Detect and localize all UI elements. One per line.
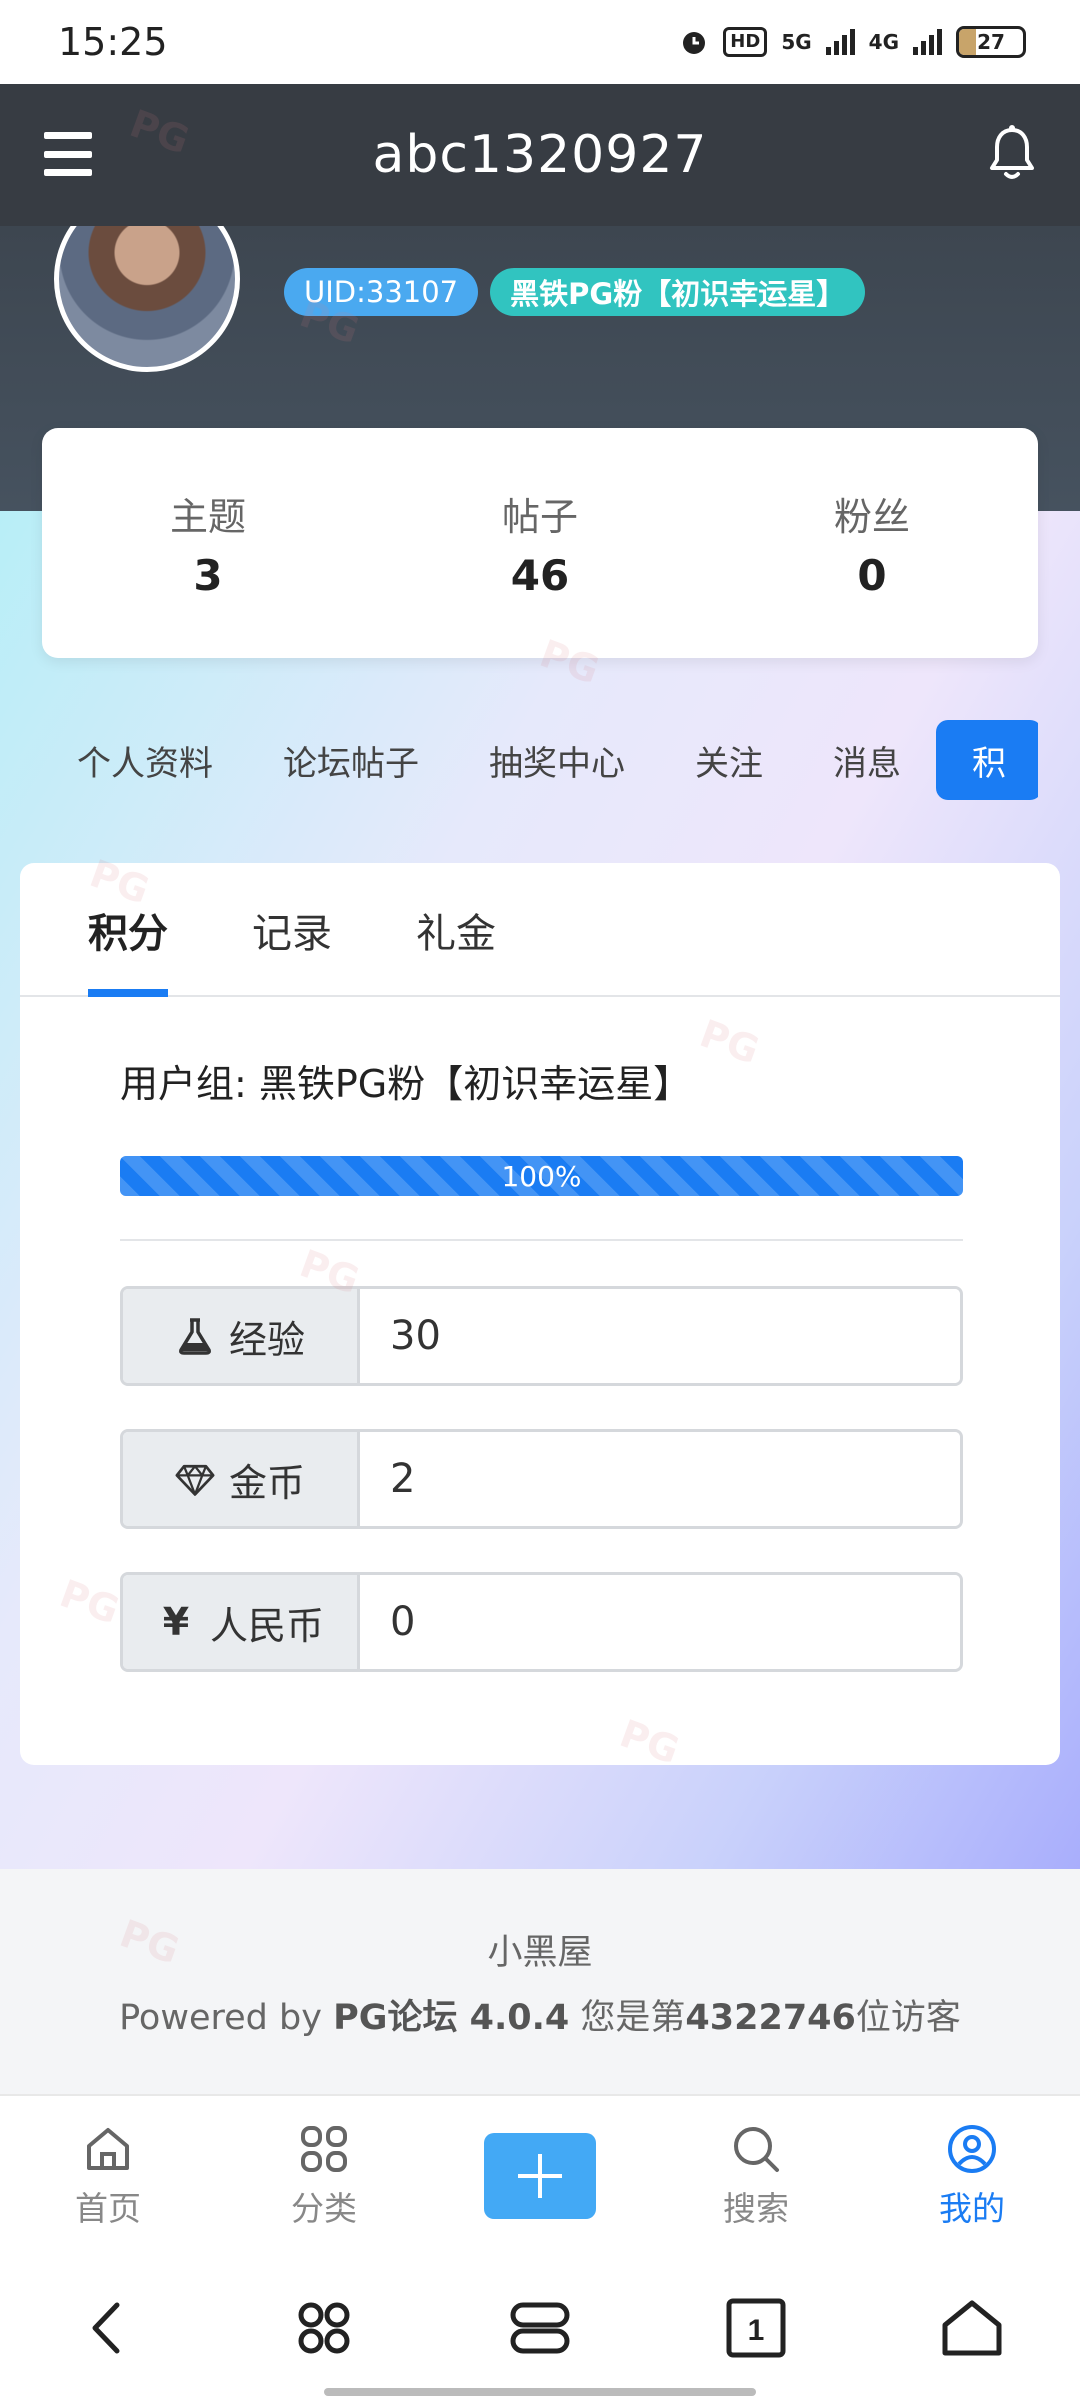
footer: 小黑屋 Powered by PG论坛 4.0.4 您是第4322746位访客 (0, 1869, 1080, 2094)
field-label: 金币 (123, 1432, 360, 1526)
menu-icon[interactable] (44, 132, 92, 176)
powered-prefix: Powered by (119, 1997, 334, 2038)
tab-following[interactable]: 关注 (660, 720, 798, 800)
system-nav-bar: 1 (0, 2256, 1080, 2400)
field-label: 经验 (123, 1289, 360, 1383)
profile-badges: UID:33107 黑铁PG粉【初识幸运星】 (284, 268, 866, 316)
field-label-text: 金币 (228, 1460, 305, 1505)
grid-icon (301, 2126, 347, 2172)
flask-icon (179, 1318, 211, 1355)
footer-site-name: 小黑屋 (487, 1932, 593, 1973)
search-icon (734, 2127, 779, 2172)
progress-label: 100% (501, 1159, 582, 1193)
stat-value: 0 (857, 551, 887, 600)
alarm-icon (683, 32, 706, 54)
back-icon[interactable] (73, 2293, 143, 2363)
user-icon (948, 2125, 996, 2173)
status-bar: 15:25 HD 5G 4G 27 (0, 0, 1080, 84)
powered-brand-link[interactable]: PG论坛 4.0.4 (333, 1998, 569, 2038)
nav-label: 分类 (291, 2189, 357, 2228)
visitor-prefix: 您是第 (569, 1997, 686, 2038)
sub-tabs: 积分 记录 礼金 (20, 863, 1060, 997)
field-label-text: 人民币 (209, 1603, 324, 1648)
tab-lottery[interactable]: 抽奖中心 (454, 720, 660, 800)
bottom-nav: 首页 分类 搜索 我的 (0, 2094, 1080, 2256)
tab-profile[interactable]: 个人资料 (42, 720, 248, 800)
diamond-icon (175, 1464, 215, 1496)
nav-label: 搜索 (723, 2189, 789, 2228)
progress-bar: 100% (120, 1156, 963, 1196)
nav-label: 我的 (939, 2189, 1005, 2228)
visitor-suffix: 位访客 (855, 1997, 961, 2038)
nav-category[interactable]: 分类 (216, 2096, 432, 2256)
page-title: abc1320927 (372, 125, 708, 185)
experience-value: 30 (360, 1289, 960, 1383)
hd-icon: HD (723, 27, 768, 57)
stat-topics[interactable]: 主题 3 (42, 428, 374, 658)
credits-card: 积分 记录 礼金 用户组: 黑铁PG粉【初识幸运星】 100% 经验 30 金币… (20, 863, 1060, 1765)
level-progress: 100% (120, 1156, 963, 1196)
divider (120, 1239, 963, 1241)
stat-posts[interactable]: 帖子 46 (374, 428, 706, 658)
nav-home[interactable]: 首页 (0, 2096, 216, 2256)
app-switcher-icon[interactable] (289, 2293, 359, 2363)
footer-powered: Powered by PG论坛 4.0.4 您是第4322746位访客 (119, 1989, 961, 2040)
subtab-gift[interactable]: 礼金 (416, 863, 496, 997)
profile-tabs: 个人资料 论坛帖子 抽奖中心 关注 消息 积 (42, 720, 1038, 800)
signal-icon (825, 29, 855, 55)
coins-value: 2 (360, 1432, 960, 1526)
field-label-text: 经验 (228, 1317, 305, 1362)
status-time: 15:25 (58, 20, 168, 64)
bell-icon[interactable] (984, 124, 1040, 184)
nav-post[interactable] (432, 2096, 648, 2256)
battery-level: 27 (977, 30, 1005, 54)
nav-label: 首页 (75, 2189, 141, 2228)
signal-icon-2 (913, 29, 942, 55)
stat-label: 主题 (169, 495, 246, 539)
yen-icon: ¥ (162, 1600, 190, 1644)
home-button-icon[interactable] (937, 2293, 1007, 2363)
stats-card: 主题 3 帖子 46 粉丝 0 (42, 428, 1038, 658)
rmb-value: 0 (360, 1575, 960, 1669)
nav-search[interactable]: 搜索 (648, 2096, 864, 2256)
stat-label: 粉丝 (833, 495, 910, 539)
nav-mine[interactable]: 我的 (864, 2096, 1080, 2256)
tab-messages[interactable]: 消息 (798, 720, 936, 800)
coins-field: 金币 2 (120, 1429, 963, 1529)
experience-field: 经验 30 (120, 1286, 963, 1386)
stat-value: 46 (510, 551, 570, 600)
user-group-line: 用户组: 黑铁PG粉【初识幸运星】 (120, 1062, 692, 1106)
status-icons: HD 5G 4G 27 (679, 26, 1026, 58)
network-4g-label: 4G (868, 30, 899, 54)
tabs-icon[interactable]: 1 (721, 2293, 791, 2363)
multitask-icon[interactable] (505, 2293, 575, 2363)
subtab-records[interactable]: 记录 (252, 863, 332, 997)
app-header: abc1320927 (0, 84, 1080, 226)
visitor-count: 4322746 (685, 1997, 856, 2038)
stat-value: 3 (193, 551, 223, 600)
rmb-field: ¥ 人民币 0 (120, 1572, 963, 1672)
battery-icon: 27 (956, 26, 1026, 58)
plus-button[interactable] (484, 2133, 596, 2219)
subtab-points[interactable]: 积分 (88, 863, 168, 997)
field-label: ¥ 人民币 (123, 1575, 360, 1669)
stat-label: 帖子 (501, 495, 578, 539)
tab-credits[interactable]: 积 (936, 720, 1038, 800)
stat-followers[interactable]: 粉丝 0 (706, 428, 1038, 658)
tab-forum-posts[interactable]: 论坛帖子 (248, 720, 454, 800)
home-indicator[interactable] (324, 2388, 756, 2396)
plus-icon (518, 2154, 562, 2198)
uid-badge: UID:33107 (284, 268, 479, 316)
user-group-badge: 黑铁PG粉【初识幸运星】 (490, 268, 866, 316)
svg-text:1: 1 (748, 2314, 765, 2347)
network-5g-label: 5G (781, 30, 812, 54)
home-icon (87, 2128, 129, 2170)
